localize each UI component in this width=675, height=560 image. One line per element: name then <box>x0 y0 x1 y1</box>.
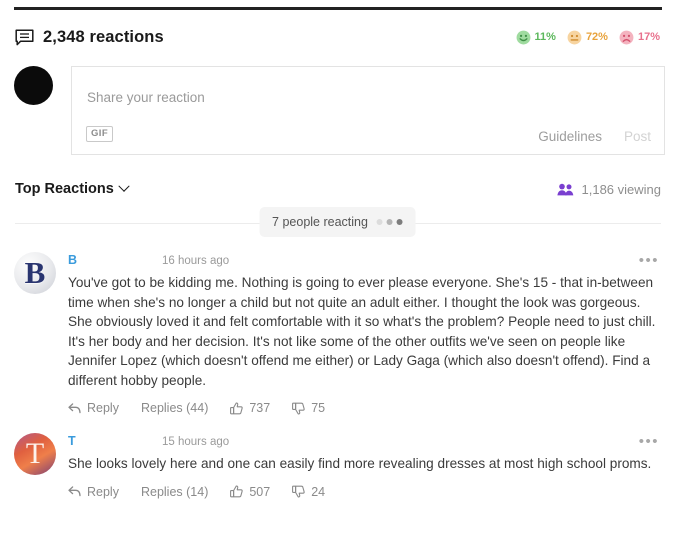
thumbs-up-icon <box>230 485 244 498</box>
sentiment-sad-percent: 17% <box>637 31 660 43</box>
sentiment-happy[interactable]: 11% <box>516 30 556 45</box>
sentiment-neutral-percent: 72% <box>585 31 608 43</box>
gif-button[interactable]: GIF <box>86 126 114 142</box>
downvote-button[interactable]: 75 <box>292 401 325 415</box>
table-row: T T 15 hours ago She looks lovely here a… <box>0 433 675 499</box>
thumbs-down-icon <box>292 402 305 414</box>
reply-arrow-icon <box>68 402 81 413</box>
replies-count-label: Replies (44) <box>140 401 209 415</box>
reactions-header: 2,348 reactions 11% 72% 17% <box>0 20 675 54</box>
smiley-neutral-icon <box>567 30 582 44</box>
comment-list: B B 16 hours ago You've got to be kiddin… <box>0 252 675 517</box>
table-row: B B 16 hours ago You've got to be kiddin… <box>0 252 675 415</box>
smiley-sad-icon <box>619 30 634 44</box>
reactions-header-left: 2,348 reactions <box>15 28 164 47</box>
sentiment-happy-percent: 11% <box>534 31 556 43</box>
people-reacting-label: 7 people reacting <box>272 215 368 229</box>
upvote-count: 737 <box>249 401 271 415</box>
upvote-button[interactable]: 737 <box>230 401 270 415</box>
avatar-monogram: B <box>24 254 46 290</box>
comment-timestamp: 15 hours ago <box>162 436 230 448</box>
composer-row: Share your reaction GIF Guidelines Post <box>0 66 675 155</box>
chevron-down-icon <box>118 180 130 192</box>
reactions-count-label: 2,348 reactions <box>43 27 164 46</box>
avatar[interactable]: T <box>14 433 56 475</box>
comment-text: She looks lovely here and one can easily… <box>68 456 652 471</box>
sentiment-neutral[interactable]: 72% <box>567 30 608 45</box>
comment-author[interactable]: B <box>68 253 162 267</box>
user-avatar[interactable] <box>14 66 53 105</box>
sentiment-sad[interactable]: 17% <box>619 30 660 45</box>
replies-count-button[interactable]: Replies (14) <box>141 485 208 499</box>
thumbs-up-icon <box>230 402 244 414</box>
top-reactions-dropdown[interactable]: Top Reactions <box>15 180 130 197</box>
comment-body: B 16 hours ago You've got to be kidding … <box>68 252 661 415</box>
composer-actions: Guidelines Post <box>538 129 651 144</box>
top-divider <box>14 7 662 10</box>
comment-overflow-menu-icon[interactable]: ••• <box>639 253 659 268</box>
people-reacting-strip: 7 people reacting <box>0 207 675 239</box>
viewing-count-label: 1,186 viewing <box>581 181 662 197</box>
reply-button[interactable]: Reply <box>68 401 119 415</box>
reply-label: Reply <box>87 401 119 415</box>
share-reaction-input[interactable]: Share your reaction <box>87 90 205 105</box>
people-reacting-pill[interactable]: 7 people reacting <box>259 207 416 237</box>
comment-author[interactable]: T <box>68 434 162 448</box>
reactions-panel: 2,348 reactions 11% 72% 17% Share your r… <box>0 0 675 560</box>
comment-meta: B 16 hours ago <box>68 253 661 269</box>
reaction-composer[interactable]: Share your reaction GIF Guidelines Post <box>71 66 665 155</box>
avatar[interactable]: B <box>14 252 56 294</box>
comment-actions: Reply Replies (14) 507 24 <box>68 485 661 499</box>
top-reactions-label: Top Reactions <box>15 181 114 197</box>
reply-button[interactable]: Reply <box>68 485 119 499</box>
reply-label: Reply <box>87 484 119 499</box>
sort-bar: Top Reactions 1,186 viewing <box>0 177 675 201</box>
post-button[interactable]: Post <box>624 129 651 144</box>
upvote-button[interactable]: 507 <box>230 485 270 499</box>
avatar-monogram: T <box>25 436 45 470</box>
downvote-count: 75 <box>311 401 326 415</box>
comment-overflow-menu-icon[interactable]: ••• <box>639 434 659 449</box>
comment-actions: Reply Replies (44) 737 75 <box>68 401 661 415</box>
reply-arrow-icon <box>68 486 81 497</box>
guidelines-link[interactable]: Guidelines <box>538 129 602 144</box>
smiley-happy-icon <box>516 30 530 44</box>
comment-bubble-icon <box>15 28 34 46</box>
comment-text: You've got to be kidding me. Nothing is … <box>68 275 656 388</box>
thumbs-down-icon <box>292 485 305 498</box>
upvote-count: 507 <box>249 484 271 499</box>
sentiment-summary: 11% 72% 17% <box>516 30 660 45</box>
comment-timestamp: 16 hours ago <box>162 255 230 267</box>
loading-dots-icon <box>376 219 403 225</box>
replies-count-button[interactable]: Replies (44) <box>141 401 208 415</box>
viewing-counter: 1,186 viewing <box>556 181 662 197</box>
people-icon <box>556 183 573 195</box>
replies-count-label: Replies (14) <box>140 484 209 499</box>
comment-meta: T 15 hours ago <box>68 434 661 450</box>
comment-body: T 15 hours ago She looks lovely here and… <box>68 433 661 499</box>
downvote-button[interactable]: 24 <box>292 485 325 499</box>
downvote-count: 24 <box>311 484 326 499</box>
